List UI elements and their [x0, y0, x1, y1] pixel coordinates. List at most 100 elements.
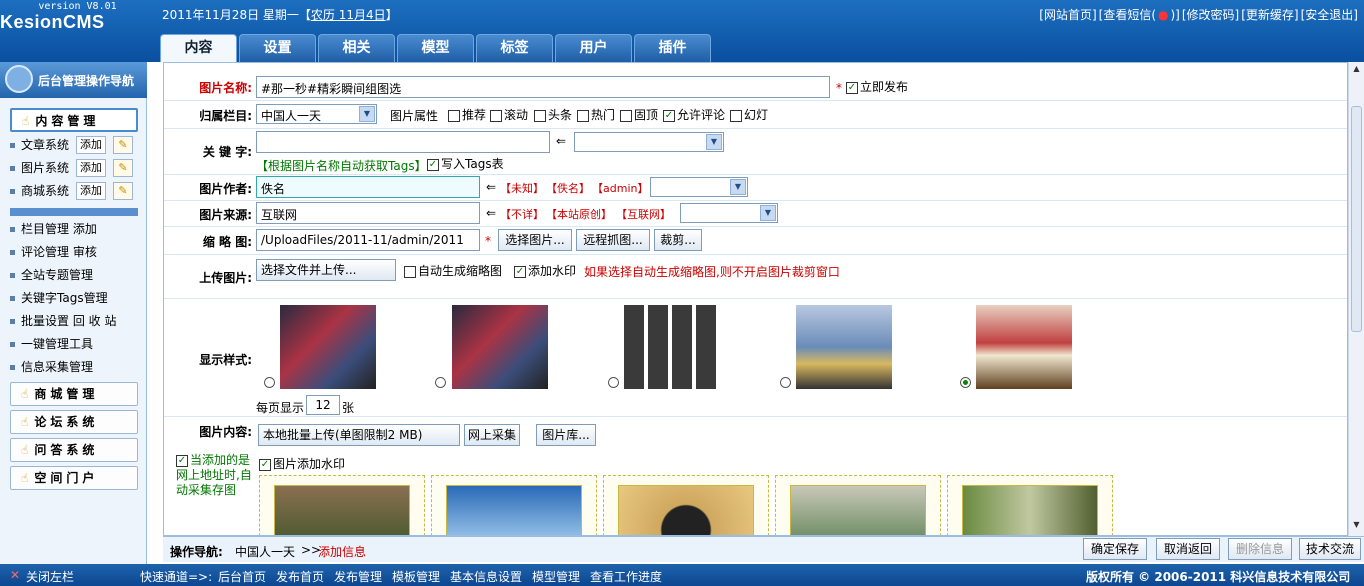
tab-related[interactable]: 相关 [318, 34, 395, 62]
content-image-1[interactable] [259, 475, 425, 535]
content-mgmt-button[interactable]: ☝ 内容管理 [10, 108, 138, 132]
shop-add-button[interactable]: 添加 [76, 182, 106, 200]
write-tags-checkbox[interactable]: ✓ [427, 158, 439, 171]
keyword-input[interactable] [256, 131, 550, 153]
category-select[interactable]: 中国人一天 ▼ [256, 104, 377, 124]
source-select[interactable]: ▼ [680, 203, 778, 223]
footer-link-work-progress[interactable]: 查看工作进度 [590, 568, 662, 585]
headline-checkbox[interactable] [534, 109, 546, 122]
sidebar-item-tools[interactable]: 一键管理工具 [10, 335, 93, 352]
style-preview-1[interactable] [280, 305, 376, 389]
upload-button[interactable]: 选择文件并上传... [256, 259, 396, 281]
attr-top[interactable]: 固顶 [620, 106, 658, 123]
comments-checkbox[interactable]: ✓ [663, 109, 675, 122]
logout-link[interactable]: [安全退出] [1301, 8, 1358, 22]
qa-button[interactable]: ☝ 问答系统 [10, 438, 138, 462]
scroll-thumb[interactable] [1351, 106, 1362, 332]
batch-upload-button[interactable]: 本地批量上传(单图限制2 MB) [258, 424, 460, 446]
tab-users[interactable]: 用户 [555, 34, 632, 62]
content-image-4[interactable] [775, 475, 941, 535]
scroll-down-icon[interactable]: ▼ [1351, 520, 1362, 532]
auto-thumb-wrap[interactable]: 自动生成缩略图 [404, 262, 502, 279]
tab-model[interactable]: 模型 [397, 34, 474, 62]
title-input[interactable]: #那一秒#精彩瞬间组图选 [256, 76, 830, 98]
slide-checkbox[interactable] [730, 109, 742, 122]
author-unknown-link[interactable]: 【未知】 [500, 180, 544, 196]
thumb-input[interactable]: /UploadFiles/2011-11/admin/2011 [256, 229, 480, 251]
write-tags-wrap[interactable]: ✓ 写入Tags表 [427, 155, 504, 172]
sidebar-item-article[interactable]: 文章系统 [10, 136, 69, 153]
picture-add-button[interactable]: 添加 [76, 159, 106, 177]
style-radio-1[interactable] [264, 377, 275, 388]
shop-mgmt-button[interactable]: ☝ 商城管理 [10, 382, 138, 406]
sidebar-item-collect[interactable]: 信息采集管理 [10, 358, 93, 375]
top-checkbox[interactable] [620, 109, 632, 122]
sidebar-splitter[interactable] [10, 208, 138, 216]
author-anon-link[interactable]: 【佚名】 [546, 180, 590, 196]
sidebar-item-shop[interactable]: 商城系统 [10, 182, 69, 199]
tab-labels[interactable]: 标签 [476, 34, 553, 62]
attr-comments[interactable]: ✓ 允许评论 [663, 106, 725, 123]
messages-link-end[interactable]: )] [1171, 8, 1180, 22]
source-internet-link[interactable]: 【互联网】 [616, 206, 671, 222]
per-page-input[interactable]: 12 [306, 395, 340, 415]
style-preview-4[interactable] [796, 305, 892, 389]
content-image-5[interactable] [947, 475, 1113, 535]
close-icon[interactable]: ✕ [10, 568, 20, 582]
crop-button[interactable]: 裁剪... [654, 229, 702, 251]
change-password-link[interactable]: [修改密码] [1182, 8, 1239, 22]
article-add-button[interactable]: 添加 [76, 136, 106, 154]
sidebar-item-batch[interactable]: 批量设置 回 收 站 [10, 312, 116, 329]
author-input[interactable]: 佚名 [256, 176, 480, 198]
style-radio-5[interactable] [960, 377, 971, 388]
style-preview-3[interactable] [624, 305, 720, 389]
hot-checkbox[interactable] [577, 109, 589, 122]
footer-link-model-mgmt[interactable]: 模型管理 [532, 568, 580, 585]
pic-watermark-wrap[interactable]: ✓ 图片添加水印 [259, 455, 345, 472]
tab-plugins[interactable]: 插件 [634, 34, 711, 62]
attr-scroll[interactable]: 滚动 [490, 106, 528, 123]
footer-link-basic-settings[interactable]: 基本信息设置 [450, 568, 522, 585]
watermark-wrap[interactable]: ✓ 添加水印 [514, 262, 576, 279]
cancel-button[interactable]: 取消返回 [1156, 538, 1220, 560]
attr-slide[interactable]: 幻灯 [730, 106, 768, 123]
footer-link-template-mgmt[interactable]: 模板管理 [392, 568, 440, 585]
pencil-icon[interactable]: ✎ [113, 159, 133, 177]
main-scrollbar[interactable]: ▲ ▼ [1348, 62, 1364, 536]
style-radio-2[interactable] [435, 377, 446, 388]
nav-path-link[interactable]: 中国人一天 [235, 543, 295, 560]
web-collect-button[interactable]: 网上采集 [464, 424, 520, 446]
tab-content[interactable]: 内容 [160, 34, 237, 62]
content-image-2[interactable] [431, 475, 597, 535]
save-button[interactable]: 确定保存 [1083, 538, 1147, 560]
keyword-select[interactable]: ▼ [574, 132, 724, 152]
attr-headline[interactable]: 头条 [534, 106, 572, 123]
tech-support-button[interactable]: 技术交流 [1299, 538, 1361, 560]
footer-link-publish-home[interactable]: 发布首页 [276, 568, 324, 585]
recommend-checkbox[interactable] [448, 109, 460, 122]
home-link[interactable]: [网站首页] [1039, 8, 1096, 22]
style-preview-5[interactable] [976, 305, 1072, 389]
forum-button[interactable]: ☝ 论坛系统 [10, 410, 138, 434]
pencil-icon[interactable]: ✎ [113, 182, 133, 200]
image-library-button[interactable]: 图片库... [536, 424, 596, 446]
footer-link-admin-home[interactable]: 后台首页 [218, 568, 266, 585]
pencil-icon[interactable]: ✎ [113, 136, 133, 154]
auto-thumb-checkbox[interactable] [404, 265, 416, 278]
sidebar-item-topics[interactable]: 全站专题管理 [10, 266, 93, 283]
remote-note[interactable]: ✓ 当添加的是网上地址时,自动采集存图 [176, 453, 256, 498]
style-radio-3[interactable] [608, 377, 619, 388]
style-radio-4[interactable] [780, 377, 791, 388]
author-admin-link[interactable]: 【admin】 [592, 180, 648, 196]
author-select[interactable]: ▼ [650, 177, 748, 197]
messages-link[interactable]: [查看短信( [1099, 8, 1156, 22]
attr-recommend[interactable]: 推荐 [448, 106, 486, 123]
delete-button[interactable]: 删除信息 [1228, 538, 1292, 560]
choose-image-button[interactable]: 选择图片... [498, 229, 572, 251]
style-preview-2[interactable] [452, 305, 548, 389]
sidebar-item-tags[interactable]: 关键字Tags管理 [10, 289, 108, 306]
remote-collect-checkbox[interactable]: ✓ [176, 454, 188, 467]
publish-checkbox-wrap[interactable]: ✓ 立即发布 [846, 78, 908, 95]
scroll-up-icon[interactable]: ▲ [1351, 64, 1362, 76]
content-image-3[interactable] [603, 475, 769, 535]
